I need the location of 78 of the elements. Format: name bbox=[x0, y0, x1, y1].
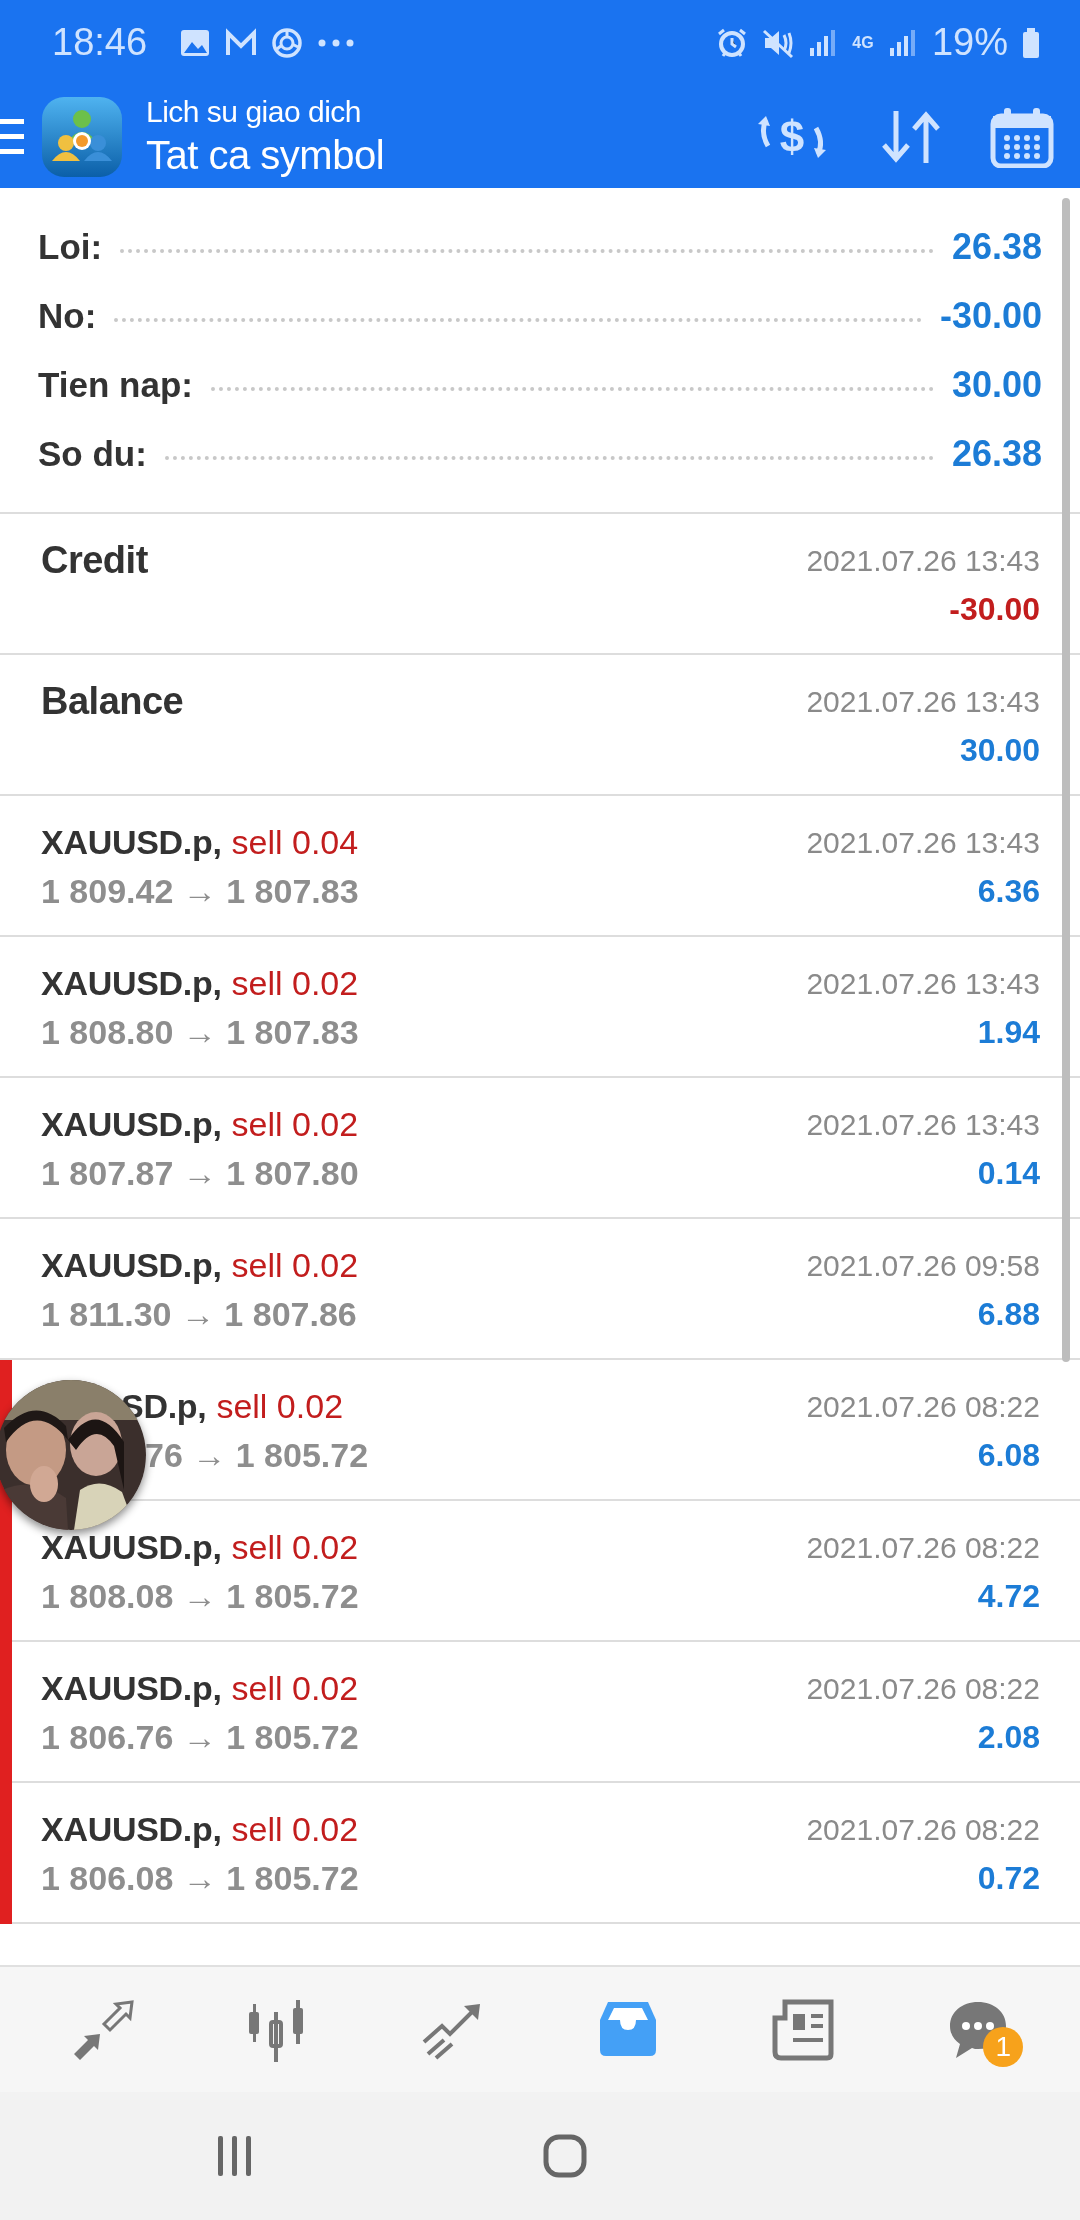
price-range: 1 809.42 → 1 807.83 bbox=[41, 872, 359, 911]
profit-value: 6.88 bbox=[977, 1296, 1040, 1333]
more-icon bbox=[317, 37, 356, 48]
summary-value: 26.38 bbox=[951, 225, 1042, 268]
recent-apps-icon bbox=[216, 2136, 253, 2176]
image-icon bbox=[179, 27, 212, 58]
symbol-label: XAUUSD.p, bbox=[41, 1669, 222, 1708]
deal-time: 2021.07.26 13:43 bbox=[806, 1107, 1040, 1142]
screen-title: Tat ca symbol bbox=[146, 131, 386, 179]
profit-value: 6.08 bbox=[977, 1437, 1040, 1474]
deal-time: 2021.07.26 13:43 bbox=[806, 684, 1040, 719]
profit-value: 6.36 bbox=[977, 873, 1040, 910]
chat-tab[interactable]: 1 bbox=[933, 1984, 1024, 2075]
notification-badge: 1 bbox=[983, 2026, 1024, 2067]
deal-time: 2021.07.26 13:43 bbox=[806, 543, 1040, 578]
signal-icon bbox=[887, 27, 918, 58]
deal-time: 2021.07.26 09:58 bbox=[806, 1248, 1040, 1283]
profit-value: -30.00 bbox=[949, 591, 1040, 628]
mail-icon bbox=[225, 27, 258, 58]
deal-time: 2021.07.26 08:22 bbox=[806, 1389, 1040, 1424]
deal-time: 2021.07.26 08:22 bbox=[806, 1530, 1040, 1565]
symbol-label: XAUUSD.p, bbox=[41, 1246, 222, 1285]
operation-label: Credit bbox=[41, 539, 148, 582]
summary-value: 30.00 bbox=[951, 363, 1042, 406]
summary-label: No: bbox=[38, 295, 97, 336]
symbol-label: XAUUSD.p, bbox=[41, 1528, 222, 1567]
deal-time: 2021.07.26 08:22 bbox=[806, 1812, 1040, 1847]
battery-percent: 19% bbox=[931, 21, 1008, 64]
newspaper-icon bbox=[770, 1997, 835, 2062]
price-range: 1 807.87 → 1 807.80 bbox=[41, 1154, 359, 1193]
operation-label: Balance bbox=[41, 680, 184, 723]
price-range: 1 806.76 → 1 805.72 bbox=[41, 1718, 359, 1757]
battery-icon bbox=[1022, 27, 1040, 58]
price-range: 76 → 1 805.72 bbox=[145, 1436, 369, 1475]
summary-label: Loi: bbox=[38, 226, 103, 267]
aperture-icon bbox=[271, 26, 304, 59]
menu-button[interactable] bbox=[0, 119, 24, 154]
profit-value: 0.72 bbox=[977, 1860, 1040, 1897]
symbol-label: XAUUSD.p, bbox=[41, 1105, 222, 1144]
order-type-label: sell 0.02 bbox=[231, 1810, 359, 1849]
price-range: 1 806.08 → 1 805.72 bbox=[41, 1859, 359, 1898]
profit-value: 1.94 bbox=[977, 1014, 1040, 1051]
price-range: 1 811.30 → 1 807.86 bbox=[41, 1295, 357, 1334]
price-range: 1 808.08 → 1 805.72 bbox=[41, 1577, 359, 1616]
deal-time: 2021.07.26 13:43 bbox=[806, 825, 1040, 860]
summary-value: 26.38 bbox=[951, 432, 1042, 475]
order-type-label: sell 0.04 bbox=[231, 823, 359, 862]
order-type-label: sell 0.02 bbox=[231, 1105, 359, 1144]
signal-icon bbox=[807, 27, 838, 58]
clock-time: 18:46 bbox=[52, 21, 148, 64]
deal-time: 2021.07.26 08:22 bbox=[806, 1671, 1040, 1706]
home-icon bbox=[543, 2134, 587, 2178]
order-type-label: sell 0.02 bbox=[231, 964, 359, 1003]
profit-value: 4.72 bbox=[977, 1578, 1040, 1615]
recent-apps-button[interactable] bbox=[216, 2136, 253, 2176]
summary-label: Tien nap: bbox=[38, 364, 193, 405]
currency-exchange-button[interactable]: $ bbox=[752, 101, 832, 172]
menu-icon bbox=[0, 119, 24, 154]
symbol-label: XAUUSD.p, bbox=[41, 823, 222, 862]
deal-time: 2021.07.26 13:43 bbox=[806, 966, 1040, 1001]
price-range: 1 808.80 → 1 807.83 bbox=[41, 1013, 359, 1052]
summary-value: -30.00 bbox=[939, 294, 1042, 337]
screen-subtitle: Lich su giao dich bbox=[146, 93, 362, 130]
calendar-icon bbox=[990, 105, 1054, 168]
symbol-label: XAUUSD.p, bbox=[41, 1810, 222, 1849]
home-button[interactable] bbox=[543, 2134, 587, 2178]
app-logo-icon bbox=[42, 96, 122, 177]
alarm-icon bbox=[715, 26, 748, 59]
symbol-label: XAUUSD.p, bbox=[41, 964, 222, 1003]
profit-value: 2.08 bbox=[977, 1719, 1040, 1756]
summary-label: So du: bbox=[38, 433, 147, 474]
order-type-label: sell 0.02 bbox=[231, 1528, 359, 1567]
order-type-label: sell 0.02 bbox=[216, 1387, 344, 1426]
profit-value: 0.14 bbox=[977, 1155, 1040, 1192]
profit-value: 30.00 bbox=[959, 732, 1040, 769]
order-type-label: sell 0.02 bbox=[231, 1246, 359, 1285]
network-type-label: 4G bbox=[851, 35, 874, 50]
order-type-label: sell 0.02 bbox=[231, 1669, 359, 1708]
